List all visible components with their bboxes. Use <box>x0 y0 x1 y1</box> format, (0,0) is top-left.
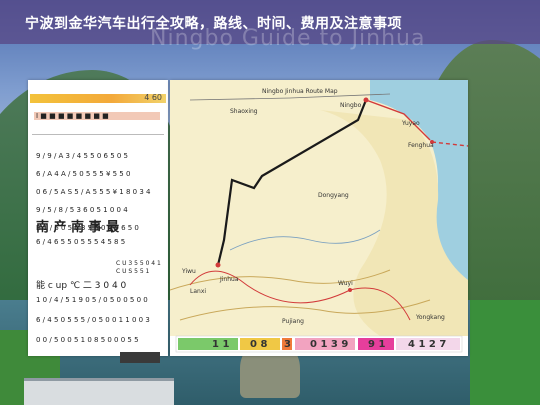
legend-number: 0 8 <box>250 339 268 350</box>
map-label: Dongyang <box>318 192 349 199</box>
map-label: Pujiang <box>282 318 304 325</box>
info-row: 9 / 5 / 8 / 5 3 6 0 5 1 0 0 4 <box>36 206 128 214</box>
town-dot <box>215 262 221 268</box>
info-row: 6 / A 4 A / 5 0 5 5 5 ¥ 5 5 0 <box>36 170 131 178</box>
map-label: Jinhua <box>220 276 239 283</box>
section-heading: 南 产 南 事 最 <box>36 220 120 235</box>
map-label: Yuyao <box>402 120 420 127</box>
label-b: C U S 5 5 1 <box>116 268 150 275</box>
row-highlight-text: I ■ ■ ■ ■ ■ ■ ■ ■ <box>36 112 109 120</box>
header-value: 4 60 <box>144 93 162 102</box>
legend-number: 4 1 2 7 <box>408 339 447 350</box>
bottom-row: 能 c up ℃ 二 3 0 4 0 <box>36 281 127 291</box>
label-a: C U 3 5 5 0 4 1 <box>116 260 161 267</box>
legend-number: 9 1 <box>368 339 386 350</box>
map-label: Yiwu <box>182 268 196 275</box>
info-row: 9 / 9 / A 3 / 4 5 5 0 6 5 0 5 <box>36 152 129 160</box>
sub-row: 6 / 4 6 5 5 0 5 5 5 4 5 8 5 <box>36 238 126 246</box>
map-label: Yongkang <box>416 314 445 321</box>
header-bar: 4 60 <box>30 93 166 103</box>
bottom-row: 0 0 / 5 0 0 5 1 0 8 5 0 0 0 5 5 <box>36 336 139 344</box>
grass-right <box>470 300 540 405</box>
info-card: 4 60 I ■ ■ ■ ■ ■ ■ ■ ■ 9 / 9 / A 3 / 4 5… <box>28 80 168 363</box>
map-label: Lanxi <box>190 288 207 295</box>
map-label: Shaoxing <box>230 108 258 115</box>
town-dot <box>348 288 352 292</box>
route-map: Ningbo Jinhua Route Map Shaoxing Ningbo … <box>170 80 468 356</box>
map-label: Ningbo <box>340 102 362 109</box>
town-dot <box>363 97 369 103</box>
building <box>24 378 174 405</box>
page-title: 宁波到金华汽车出行全攻略，路线、时间、费用及注意事项 <box>25 16 402 32</box>
value-pill <box>120 352 160 363</box>
map-label: Ningbo Jinhua Route Map <box>262 88 338 95</box>
info-row: 0 6 / 5 A S 5 / A 5 5 5 ¥ 1 8 0 3 4 <box>36 188 151 196</box>
divider <box>32 134 164 135</box>
legend-number: 3 <box>284 339 291 350</box>
bottom-row: 1 0 / 4 / 5 1 9 0 5 / 0 5 0 0 5 0 0 <box>36 296 148 304</box>
map-label: Fenghua <box>408 142 434 149</box>
title-bar: Ningbo Guide to Jinhua 宁波到金华汽车出行全攻略，路线、时… <box>0 0 540 51</box>
bottom-row: 6 / 4 5 0 5 5 5 / 0 5 0 0 1 1 0 0 3 <box>36 316 150 324</box>
map-label: Wuyi <box>338 280 353 287</box>
legend-number: 0 1 3 9 <box>310 339 349 350</box>
legend-number: 1 1 <box>212 339 230 350</box>
